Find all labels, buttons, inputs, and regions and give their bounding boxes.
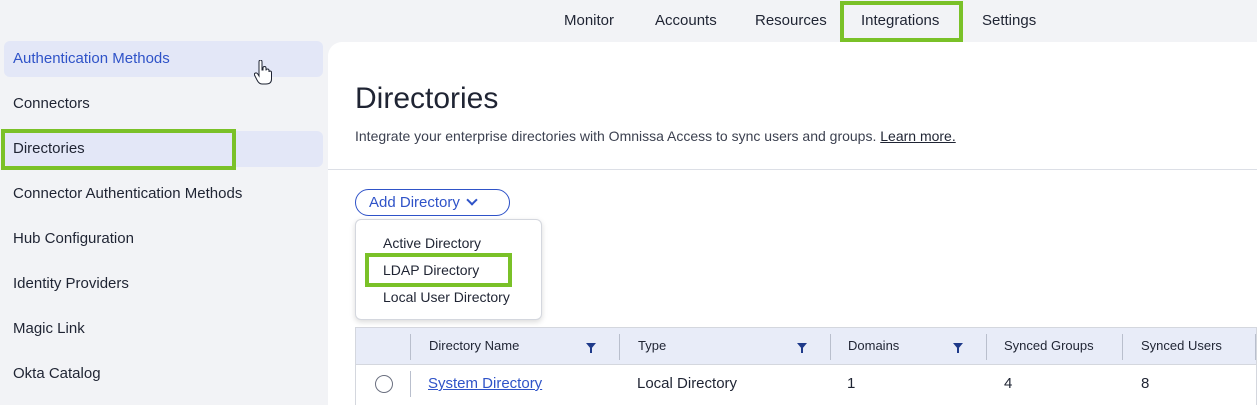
column-separator (830, 334, 831, 360)
column-header-domains: Domains (848, 338, 900, 353)
sidebar-item-authentication-methods[interactable]: Authentication Methods (4, 41, 323, 77)
sidebar-item-identity-providers[interactable]: Identity Providers (4, 266, 323, 302)
column-separator (986, 334, 987, 360)
filter-icon[interactable] (953, 343, 963, 353)
sidebar-item-okta-catalog[interactable]: Okta Catalog (4, 356, 323, 392)
learn-more-link[interactable]: Learn more. (880, 128, 955, 144)
menu-item-local-user-directory[interactable]: Local User Directory (383, 289, 510, 305)
column-separator (1122, 334, 1123, 360)
sidebar: Authentication Methods Connectors Direct… (0, 41, 328, 405)
header-divider (328, 169, 1257, 170)
column-separator (410, 334, 411, 360)
nav-accounts[interactable]: Accounts (655, 0, 717, 42)
sidebar-item-magic-link[interactable]: Magic Link (4, 311, 323, 347)
cell-synced-users: 8 (1141, 375, 1150, 392)
column-separator (1255, 334, 1256, 360)
column-separator (619, 334, 620, 360)
integrations-highlight-box (840, 1, 963, 42)
main-panel: Directories Integrate your enterprise di… (328, 42, 1257, 405)
column-header-synced-groups: Synced Groups (1004, 338, 1094, 353)
sidebar-item-connector-authentication-methods[interactable]: Connector Authentication Methods (4, 176, 323, 212)
column-header-synced-users: Synced Users (1141, 338, 1222, 353)
add-directory-label: Add Directory (369, 194, 460, 211)
nav-resources[interactable]: Resources (755, 0, 827, 42)
table-row: System Directory Local Directory 1 4 8 (355, 365, 1257, 405)
hand-cursor-icon (254, 60, 272, 85)
filter-icon[interactable] (586, 343, 596, 353)
cell-type: Local Directory (637, 375, 738, 392)
menu-item-active-directory[interactable]: Active Directory (383, 235, 481, 251)
nav-monitor[interactable]: Monitor (564, 0, 614, 42)
row-select-radio[interactable] (375, 375, 393, 393)
chevron-down-icon (466, 194, 478, 206)
cell-domains: 1 (847, 375, 856, 392)
cell-synced-groups: 4 (1004, 375, 1013, 392)
directory-name-link[interactable]: System Directory (428, 375, 542, 392)
subtitle-text: Integrate your enterprise directories wi… (355, 128, 877, 144)
top-navigation: Monitor Accounts Resources Integrations … (0, 0, 1257, 42)
filter-icon[interactable] (797, 343, 807, 353)
column-header-directory-name: Directory Name (429, 338, 520, 353)
sidebar-item-connectors[interactable]: Connectors (4, 86, 323, 122)
column-separator (410, 371, 411, 397)
table-header: Directory Name Type Domains Synced Group… (355, 327, 1257, 365)
ldap-highlight-box (365, 253, 512, 287)
directories-table: Directory Name Type Domains Synced Group… (355, 327, 1257, 405)
cell-directory-name: System Directory (428, 365, 542, 403)
column-header-type: Type (638, 338, 667, 353)
page-title: Directories (355, 82, 499, 115)
directories-highlight-box (1, 129, 236, 170)
add-directory-button[interactable]: Add Directory (355, 189, 510, 216)
sidebar-item-hub-configuration[interactable]: Hub Configuration (4, 221, 323, 257)
nav-settings[interactable]: Settings (982, 0, 1036, 42)
page-subtitle: Integrate your enterprise directories wi… (355, 128, 956, 144)
